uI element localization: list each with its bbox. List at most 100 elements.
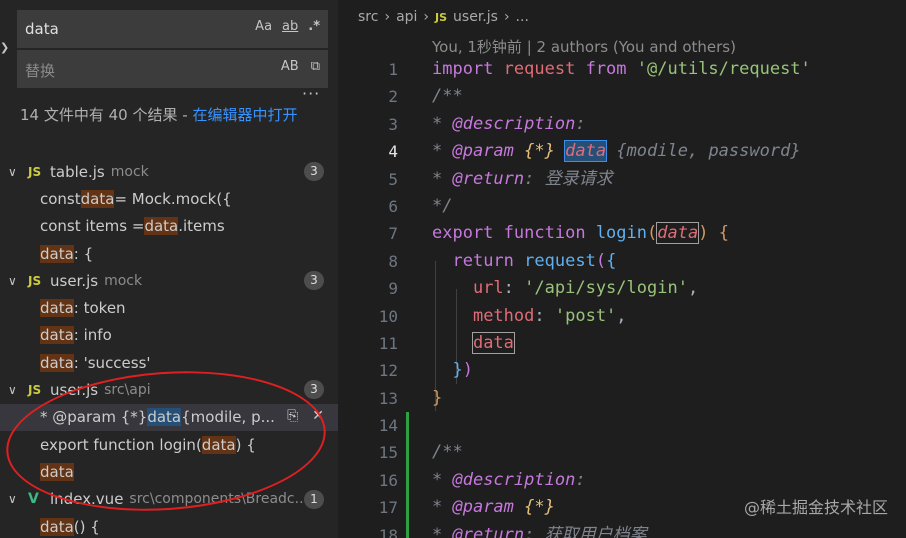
- match-highlight: data: [40, 244, 74, 263]
- code-line[interactable]: 13}: [338, 385, 906, 412]
- result-file-user-js-api[interactable]: ∨ JS user.js src\api 3: [0, 376, 338, 403]
- replace-all-icon[interactable]: ⧉: [311, 59, 320, 74]
- code-line[interactable]: 1 import request from '@/utils/request': [338, 56, 906, 83]
- line-number: 5: [388, 169, 398, 189]
- more-options-icon[interactable]: ···: [302, 84, 320, 103]
- chevron-down-icon[interactable]: ∨: [8, 492, 28, 506]
- code-line[interactable]: 9 url: '/api/sys/login',: [338, 275, 906, 302]
- line-number: 10: [378, 306, 398, 326]
- regex-toggle[interactable]: .*: [308, 19, 320, 34]
- token: login: [595, 223, 647, 244]
- token: '@/utils/request': [636, 59, 811, 79]
- match-post: {modile, p...: [181, 408, 275, 427]
- token: @param: [452, 497, 514, 518]
- file-name: table.js: [50, 162, 105, 181]
- token: 'post': [554, 305, 617, 326]
- breadcrumb-src[interactable]: src: [358, 9, 378, 25]
- chevron-down-icon[interactable]: ∨: [8, 274, 28, 288]
- match-count-badge: 3: [304, 271, 324, 291]
- result-match[interactable]: data() {: [0, 513, 338, 538]
- match-whole-word-toggle[interactable]: ab: [282, 19, 298, 34]
- selected-match: data: [564, 140, 608, 163]
- code-editor[interactable]: src › api › JS user.js › ... You, 1秒钟前 |…: [338, 0, 906, 538]
- match-highlight: data: [201, 435, 236, 454]
- token: return: [452, 250, 514, 271]
- result-match[interactable]: const items = data .items: [0, 213, 338, 240]
- token: method: [472, 305, 535, 326]
- match-count-badge: 1: [304, 489, 324, 509]
- breadcrumb-file[interactable]: user.js: [453, 9, 498, 25]
- result-match-selected[interactable]: * @param {*} data {modile, p... ⎘ ✕: [0, 403, 338, 431]
- preserve-case-toggle[interactable]: AB: [281, 59, 299, 74]
- code-line-active[interactable]: 4 * @param {*} data {modile, password}: [338, 138, 906, 165]
- code-line[interactable]: 18 * @return: 获取用户档案: [338, 522, 906, 538]
- code-line[interactable]: 8 return request({: [338, 248, 906, 275]
- match-post: : 'success': [73, 353, 151, 372]
- token: *: [432, 497, 453, 518]
- replace-input[interactable]: 替换 AB ⧉: [17, 50, 328, 88]
- result-match[interactable]: data: token: [0, 294, 338, 321]
- result-file-index-vue[interactable]: ∨ V index.vue src\components\Breadc... 1: [0, 486, 338, 513]
- result-match[interactable]: export function login(data) {: [0, 431, 338, 458]
- token: :: [503, 278, 514, 299]
- code-line[interactable]: 10 method: 'post',: [338, 303, 906, 330]
- result-match[interactable]: data: [0, 458, 338, 485]
- file-path: src\components\Breadc...: [129, 491, 308, 508]
- code-line[interactable]: 14: [338, 412, 906, 439]
- search-input[interactable]: data Aa ab .*: [17, 10, 328, 48]
- result-file-user-js-mock[interactable]: ∨ JS user.js mock 3: [0, 267, 338, 294]
- match-post: : info: [73, 326, 112, 345]
- line-number: 13: [378, 388, 398, 408]
- code-lines[interactable]: 1 import request from '@/utils/request' 2…: [338, 56, 906, 538]
- match-highlight: data: [471, 331, 515, 354]
- git-blame-codelens[interactable]: You, 1秒钟前 | 2 authors (You and others): [432, 36, 736, 57]
- toggle-replace-chevron-icon[interactable]: ❯: [0, 41, 9, 54]
- match-case-toggle[interactable]: Aa: [255, 19, 272, 34]
- line-source: * @return: 登录请求: [432, 166, 613, 193]
- match-highlight: data: [40, 353, 74, 372]
- breadcrumb: src › api › JS user.js › ...: [358, 9, 529, 25]
- code-line[interactable]: 5 * @return: 登录请求: [338, 166, 906, 193]
- token: {*}: [524, 497, 555, 518]
- chevron-down-icon[interactable]: ∨: [8, 383, 28, 397]
- line-source: url: '/api/sys/login',: [432, 275, 698, 302]
- token: ,: [687, 278, 699, 299]
- code-line[interactable]: 7 export function login(data) {: [338, 220, 906, 247]
- token: '/api/sys/login': [524, 278, 688, 299]
- line-source: /**: [432, 442, 463, 463]
- token: request: [503, 59, 576, 79]
- code-line[interactable]: 3 * @description:: [338, 111, 906, 138]
- code-line[interactable]: 2 /**: [338, 83, 906, 110]
- result-match[interactable]: data: 'success': [0, 349, 338, 376]
- breadcrumb-api[interactable]: api: [396, 9, 417, 25]
- results-tree: ∨ JS table.js mock 3 const data = Mock.m…: [0, 158, 338, 538]
- result-file-table-js[interactable]: ∨ JS table.js mock 3: [0, 158, 338, 185]
- code-line[interactable]: 12 }): [338, 357, 906, 384]
- result-match[interactable]: data: {: [0, 240, 338, 267]
- open-in-editor-link[interactable]: 在编辑器中打开: [192, 106, 297, 124]
- line-source: }): [432, 357, 473, 384]
- chevron-down-icon[interactable]: ∨: [8, 165, 28, 179]
- line-source: export function login(data) {: [432, 220, 729, 247]
- token: }: [452, 360, 463, 381]
- line-source: * @description:: [432, 467, 586, 494]
- search-panel: ❯ data Aa ab .* 替换 AB ⧉ ··· 14 文件中有 40 个…: [0, 0, 338, 538]
- code-line[interactable]: 15 /**: [338, 439, 906, 466]
- result-match[interactable]: const data = Mock.mock({: [0, 185, 338, 212]
- code-line[interactable]: 11 data: [338, 330, 906, 357]
- search-query[interactable]: data: [25, 20, 59, 38]
- result-match[interactable]: data: info: [0, 322, 338, 349]
- replace-icon[interactable]: ⎘: [287, 408, 298, 424]
- line-source: import request from '@/utils/request': [432, 56, 811, 83]
- code-line[interactable]: 6 */: [338, 193, 906, 220]
- breadcrumb-more[interactable]: ...: [516, 9, 529, 25]
- code-line[interactable]: 16 * @description:: [338, 467, 906, 494]
- dismiss-icon[interactable]: ✕: [312, 408, 324, 424]
- line-source: */: [432, 195, 453, 216]
